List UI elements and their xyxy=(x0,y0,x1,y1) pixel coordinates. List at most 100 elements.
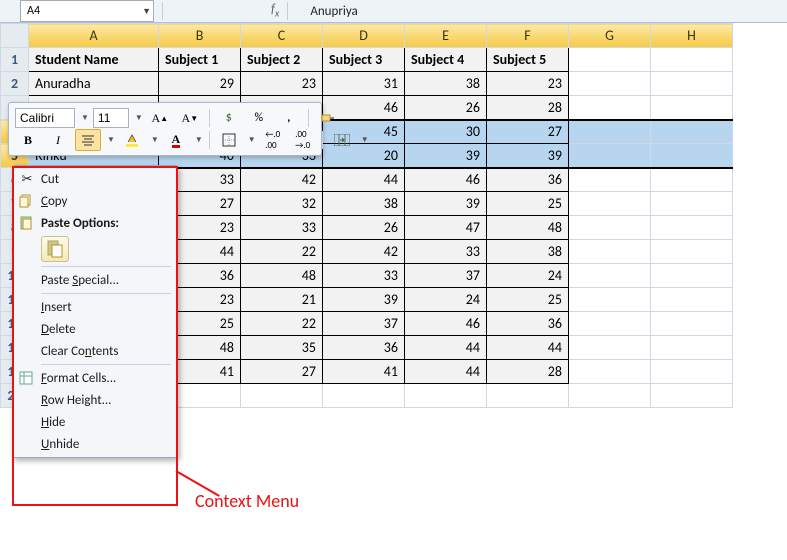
menu-copy[interactable]: Copy xyxy=(15,190,175,212)
cell[interactable] xyxy=(569,48,651,72)
paste-default-button[interactable] xyxy=(41,236,69,262)
chevron-down-icon[interactable]: ▼ xyxy=(107,135,115,145)
col-header-G[interactable]: G xyxy=(569,24,651,48)
cell[interactable]: 38 xyxy=(405,72,487,96)
cell[interactable] xyxy=(569,72,651,96)
cell[interactable] xyxy=(569,96,651,120)
cell[interactable] xyxy=(241,384,323,408)
cell[interactable] xyxy=(651,96,733,120)
formula-value[interactable]: Anupriya xyxy=(310,4,357,19)
chevron-down-icon[interactable]: ▼ xyxy=(142,6,151,17)
cell[interactable]: 24 xyxy=(405,288,487,312)
chevron-down-icon[interactable]: ▼ xyxy=(151,135,159,145)
cell[interactable]: 27 xyxy=(241,360,323,384)
cell[interactable]: 33 xyxy=(405,240,487,264)
cell[interactable] xyxy=(651,240,733,264)
bold-button[interactable]: B xyxy=(15,129,41,151)
cell[interactable]: Subject 1 xyxy=(159,48,241,72)
font-color-button[interactable]: A xyxy=(163,129,189,151)
format-painter-icon[interactable] xyxy=(315,107,341,129)
cell[interactable]: 36 xyxy=(323,336,405,360)
cell[interactable]: 28 xyxy=(487,360,569,384)
cell[interactable] xyxy=(651,312,733,336)
row-header[interactable]: 1 xyxy=(1,48,29,72)
cell[interactable] xyxy=(569,336,651,360)
cell[interactable]: 26 xyxy=(405,96,487,120)
chevron-down-icon[interactable]: ▼ xyxy=(135,113,143,123)
cell[interactable]: 31 xyxy=(323,72,405,96)
cell[interactable]: 37 xyxy=(323,312,405,336)
row-header[interactable]: 2 xyxy=(1,72,29,96)
menu-format-cells[interactable]: Format Cells... xyxy=(15,367,175,389)
comma-format-button[interactable]: , xyxy=(276,107,302,129)
cell[interactable] xyxy=(569,288,651,312)
fx-icon[interactable]: fx xyxy=(271,2,279,20)
shrink-font-button[interactable]: A▼ xyxy=(177,107,203,129)
cell[interactable] xyxy=(569,120,651,144)
font-size-input[interactable] xyxy=(93,108,129,128)
cell[interactable]: 39 xyxy=(405,192,487,216)
cell[interactable]: 39 xyxy=(405,144,487,168)
cell[interactable]: 44 xyxy=(487,336,569,360)
cell[interactable]: 42 xyxy=(241,168,323,192)
cell[interactable]: 22 xyxy=(241,240,323,264)
menu-cut[interactable]: ✂ Cut xyxy=(15,168,175,190)
cell[interactable]: 27 xyxy=(487,120,569,144)
cell[interactable] xyxy=(651,120,733,144)
accounting-format-button[interactable]: $ xyxy=(216,107,242,129)
name-box[interactable]: A4 ▼ xyxy=(20,0,154,22)
cell[interactable]: 46 xyxy=(405,312,487,336)
menu-insert[interactable]: Insert xyxy=(15,296,175,318)
cell[interactable] xyxy=(569,264,651,288)
col-header-H[interactable]: H xyxy=(651,24,733,48)
cell[interactable] xyxy=(651,72,733,96)
cell[interactable] xyxy=(569,360,651,384)
cell[interactable]: 33 xyxy=(323,264,405,288)
cell[interactable] xyxy=(569,144,651,168)
cell[interactable]: 44 xyxy=(405,336,487,360)
cell[interactable] xyxy=(569,240,651,264)
cell[interactable] xyxy=(651,288,733,312)
col-header-A[interactable]: A xyxy=(29,24,159,48)
cell[interactable]: 48 xyxy=(487,216,569,240)
chevron-down-icon[interactable]: ▼ xyxy=(248,135,256,145)
cell[interactable]: 46 xyxy=(405,168,487,192)
borders-button[interactable] xyxy=(216,129,242,151)
cell[interactable]: Subject 4 xyxy=(405,48,487,72)
cell[interactable]: 36 xyxy=(487,312,569,336)
cell[interactable]: 23 xyxy=(241,72,323,96)
cell[interactable] xyxy=(487,384,569,408)
cell[interactable]: 38 xyxy=(323,192,405,216)
cell[interactable]: 30 xyxy=(405,120,487,144)
cell[interactable] xyxy=(405,384,487,408)
select-all-corner[interactable] xyxy=(1,24,29,48)
cell[interactable] xyxy=(651,192,733,216)
cell[interactable] xyxy=(569,384,651,408)
cell[interactable]: 35 xyxy=(241,336,323,360)
cell[interactable]: 33 xyxy=(241,216,323,240)
percent-format-button[interactable]: % xyxy=(246,107,272,129)
cell[interactable]: Subject 5 xyxy=(487,48,569,72)
cell[interactable] xyxy=(569,312,651,336)
cell[interactable]: 42 xyxy=(323,240,405,264)
cell[interactable]: Anuradha xyxy=(29,72,159,96)
cell[interactable]: Subject 3 xyxy=(323,48,405,72)
cell[interactable]: 39 xyxy=(487,144,569,168)
cell[interactable]: Subject 2 xyxy=(241,48,323,72)
col-header-B[interactable]: B xyxy=(159,24,241,48)
cell[interactable] xyxy=(651,360,733,384)
cell[interactable]: 28 xyxy=(487,96,569,120)
col-header-C[interactable]: C xyxy=(241,24,323,48)
chevron-down-icon[interactable]: ▼ xyxy=(81,113,89,123)
cell[interactable]: 36 xyxy=(487,168,569,192)
col-header-F[interactable]: F xyxy=(487,24,569,48)
cell[interactable] xyxy=(651,216,733,240)
cell[interactable] xyxy=(651,144,733,168)
cell[interactable]: 44 xyxy=(405,360,487,384)
menu-hide[interactable]: Hide xyxy=(15,411,175,433)
merge-cells-button[interactable] xyxy=(329,129,355,151)
cell[interactable] xyxy=(651,168,733,192)
cell[interactable]: 25 xyxy=(487,192,569,216)
cell[interactable]: 44 xyxy=(323,168,405,192)
cell[interactable] xyxy=(651,264,733,288)
